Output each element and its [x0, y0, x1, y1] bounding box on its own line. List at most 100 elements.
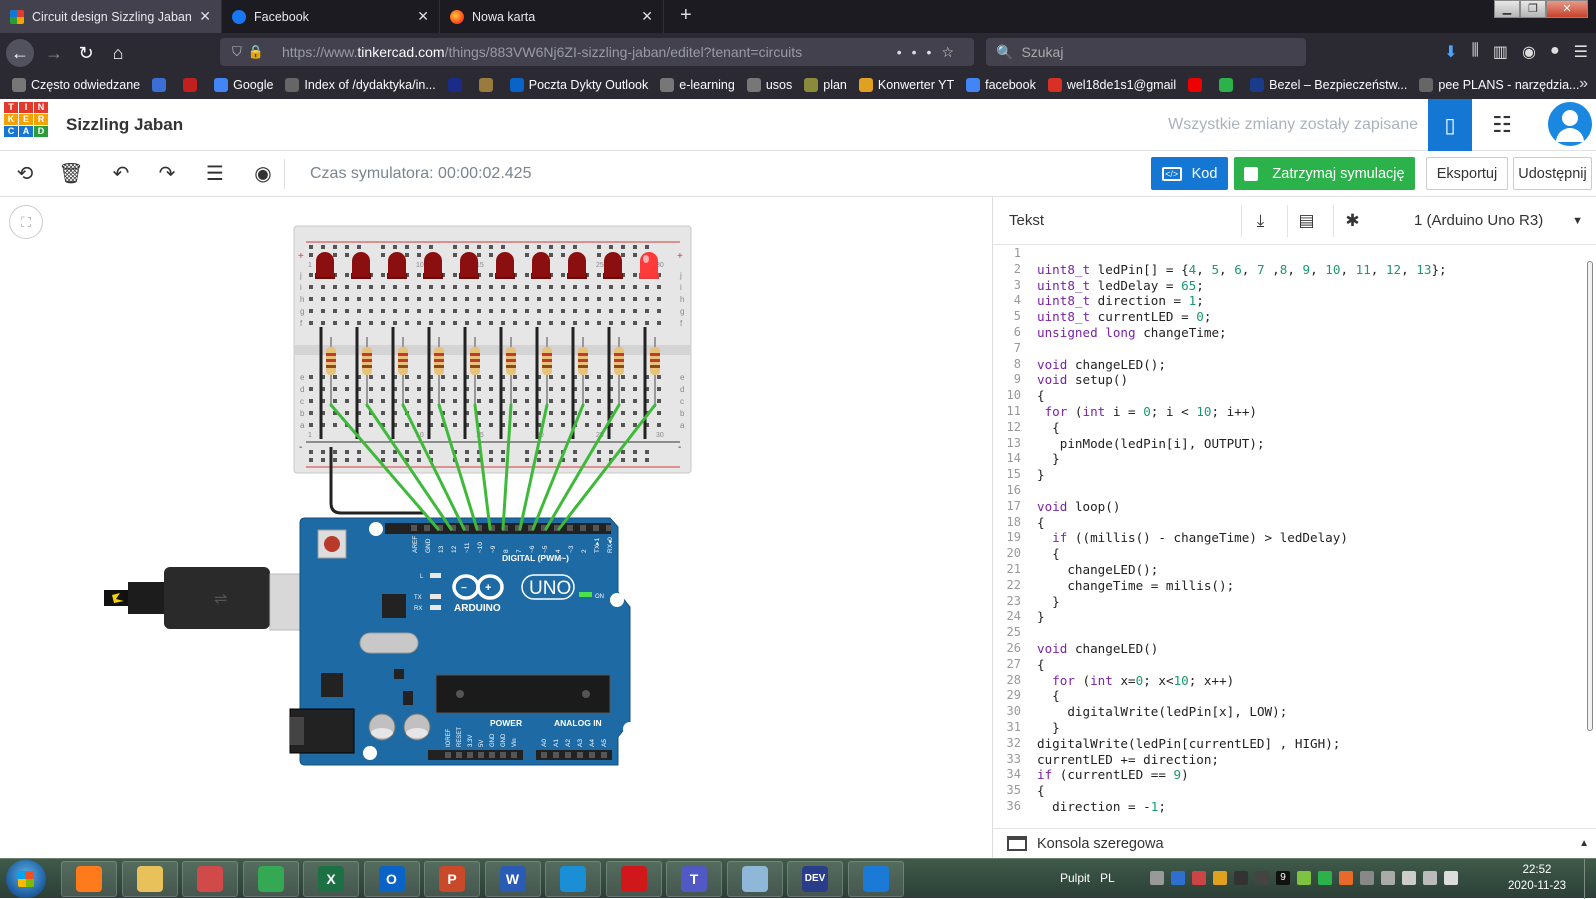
code-line[interactable]: 28 for (int x=0; x<10; x++) — [993, 673, 1596, 689]
code-line[interactable]: 9 void setup() — [993, 372, 1596, 388]
project-title[interactable]: Sizzling Jaban — [66, 115, 183, 135]
led[interactable] — [639, 252, 659, 279]
libraries-button[interactable]: ▤ — [1287, 205, 1325, 237]
desktop-toolbar[interactable]: Pulpit — [1060, 871, 1090, 885]
header-pin[interactable] — [489, 752, 495, 758]
bookmark-item[interactable] — [478, 78, 498, 92]
tab-tinkercad[interactable]: Circuit design Sizzling Jaban | Ti ✕ — [0, 0, 222, 33]
close-window-button[interactable]: ✕ — [1546, 0, 1588, 18]
code-line[interactable]: 27 { — [993, 657, 1596, 673]
avatar[interactable] — [1548, 102, 1592, 146]
scrollbar-thumb[interactable] — [1587, 261, 1593, 731]
keyboard-icon[interactable] — [1150, 871, 1164, 885]
network-icon[interactable] — [1381, 871, 1395, 885]
code-line[interactable]: 22 changeTime = millis(); — [993, 578, 1596, 594]
download-code-button[interactable]: ⤓ — [1241, 205, 1279, 237]
code-line[interactable]: 16 — [993, 483, 1596, 499]
list-view-button[interactable]: ☷ — [1480, 99, 1524, 151]
taskbar-outlook[interactable]: O — [363, 861, 420, 897]
code-line[interactable]: 35 { — [993, 783, 1596, 799]
app-tray-icon[interactable] — [1234, 871, 1248, 885]
code-line[interactable]: 26 void changeLED() — [993, 641, 1596, 657]
code-line[interactable]: 19 if ((millis() - changeTime) > ledDela… — [993, 530, 1596, 546]
circuit-view-button[interactable]: ▯ — [1428, 99, 1472, 151]
code-line[interactable]: 25 — [993, 625, 1596, 641]
bookmark-item[interactable]: Index of /dydaktyka/in... — [285, 78, 436, 92]
close-icon[interactable]: ✕ — [417, 8, 429, 25]
code-line[interactable]: 34 if (currentLED == 9) — [993, 767, 1596, 783]
code-line[interactable]: 17 void loop() — [993, 499, 1596, 515]
header-pin[interactable] — [577, 752, 583, 758]
bookmark-item[interactable]: plan — [804, 78, 847, 92]
code-line[interactable]: 33 currentLED += direction; — [993, 752, 1596, 768]
stop-simulation-button[interactable]: Zatrzymaj symulację — [1234, 157, 1415, 190]
code-scrollbar[interactable] — [1586, 255, 1594, 805]
menu-icon[interactable]: ☰ — [1574, 42, 1588, 62]
code-line[interactable]: 32 digitalWrite(ledPin[currentLED] , HIGH… — [993, 736, 1596, 752]
share-button[interactable]: Udostępnij — [1513, 157, 1592, 190]
header-pin[interactable] — [565, 752, 571, 758]
header-pin[interactable] — [589, 752, 595, 758]
code-button[interactable]: </> Kod — [1151, 157, 1228, 190]
header-pin[interactable] — [478, 752, 484, 758]
home-button[interactable]: ⌂ — [104, 39, 132, 67]
minimize-button[interactable]: ▁ — [1494, 0, 1520, 18]
header-pin[interactable] — [411, 525, 417, 531]
new-tab-button[interactable]: + — [680, 4, 692, 27]
code-line[interactable]: 1 — [993, 246, 1596, 262]
bookmark-item[interactable] — [183, 78, 202, 92]
app-tray-icon[interactable] — [1339, 871, 1353, 885]
bookmark-item[interactable]: Konwerter YT — [858, 78, 954, 92]
code-line[interactable]: 14 } — [993, 451, 1596, 467]
led[interactable] — [387, 252, 407, 279]
bookmark-item[interactable]: Często odwiedzane — [12, 78, 140, 92]
forward-button[interactable]: → — [40, 39, 68, 67]
notes-icon[interactable]: ☰ — [200, 159, 230, 189]
header-pin[interactable] — [567, 525, 573, 531]
circuit-canvas[interactable]: ⛶ + + - - jjiihhggffeeddccbbaa1155101015… — [0, 197, 992, 858]
delete-icon[interactable]: 🗑 — [56, 159, 86, 189]
code-line[interactable]: 8 void changeLED(); — [993, 357, 1596, 373]
app-tray-icon[interactable] — [1213, 871, 1227, 885]
taskbar-chrome[interactable] — [242, 861, 299, 897]
header-pin[interactable] — [467, 752, 473, 758]
search-input[interactable]: 🔍 Szukaj — [986, 38, 1306, 66]
nvidia-icon[interactable] — [1297, 871, 1311, 885]
start-button[interactable] — [6, 860, 46, 898]
account-icon[interactable]: ◉ — [1522, 42, 1536, 62]
header-pin[interactable] — [511, 752, 517, 758]
code-line[interactable]: 31 } — [993, 720, 1596, 736]
taskbar-excel[interactable]: X — [303, 861, 359, 897]
bookmark-item[interactable] — [152, 78, 171, 92]
tray-counter[interactable]: 9 — [1276, 871, 1290, 885]
header-pin[interactable] — [500, 752, 506, 758]
bookmark-item[interactable]: Poczta Dykty Outlook — [509, 78, 648, 92]
code-line[interactable]: 30 digitalWrite(ledPin[x], LOW); — [993, 704, 1596, 720]
code-line[interactable]: 4 uint8_t direction = 1; — [993, 293, 1596, 309]
bookmark-item[interactable]: wel18de1s1@gmail — [1047, 78, 1176, 92]
code-line[interactable]: 2 uint8_t ledPin[] = {4, 5, 6, 7 ,8, 9, 1… — [993, 262, 1596, 278]
more-bookmarks-icon[interactable]: » — [1579, 75, 1588, 93]
library-icon[interactable]: ⫼ — [1472, 42, 1479, 62]
url-bar[interactable]: ⛉🔒 https://www. tinkercad.com/things/883V… — [220, 38, 974, 66]
volume-icon[interactable] — [1402, 871, 1416, 885]
bookmark-item[interactable]: pee PLANS - narzędzia... — [1419, 78, 1579, 92]
arduino-uno-board[interactable]: AREF GND 13 12 ~11 ~10 ~9 8 7 ~6 ~5 4 ~3 2 TX▸1 RX◂0 DI… — [289, 517, 637, 766]
bookmark-item[interactable] — [1219, 78, 1238, 92]
tinkercad-logo[interactable]: TIN KER CAD — [4, 102, 48, 146]
code-line[interactable]: 23 } — [993, 594, 1596, 610]
led[interactable] — [351, 252, 371, 279]
header-pin[interactable] — [553, 752, 559, 758]
taskbar-firefox[interactable] — [61, 861, 117, 897]
security-icon[interactable] — [1192, 871, 1206, 885]
code-line[interactable]: 18 { — [993, 515, 1596, 531]
header-pin[interactable] — [424, 525, 430, 531]
bookmark-item[interactable]: facebook — [966, 78, 1036, 92]
redo-icon[interactable]: ↷ — [152, 159, 182, 189]
header-pin[interactable] — [606, 525, 612, 531]
taskbar-edge[interactable] — [545, 861, 601, 897]
header-pin[interactable] — [580, 525, 586, 531]
code-line[interactable]: 7 — [993, 341, 1596, 357]
back-button[interactable]: ← — [6, 39, 34, 67]
bookmark-item[interactable]: Google — [214, 78, 273, 92]
